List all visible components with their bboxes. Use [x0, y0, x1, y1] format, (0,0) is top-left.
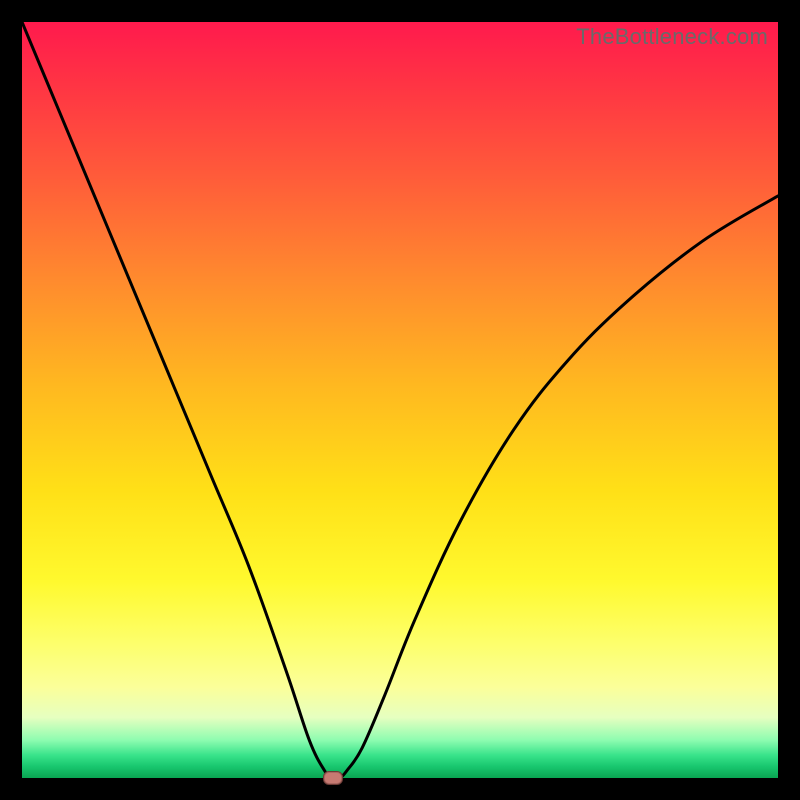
curve-layer	[22, 22, 778, 778]
chart-frame: TheBottleneck.com	[0, 0, 800, 800]
min-marker	[323, 771, 343, 785]
plot-area: TheBottleneck.com	[22, 22, 778, 778]
bottleneck-curve	[22, 22, 778, 778]
